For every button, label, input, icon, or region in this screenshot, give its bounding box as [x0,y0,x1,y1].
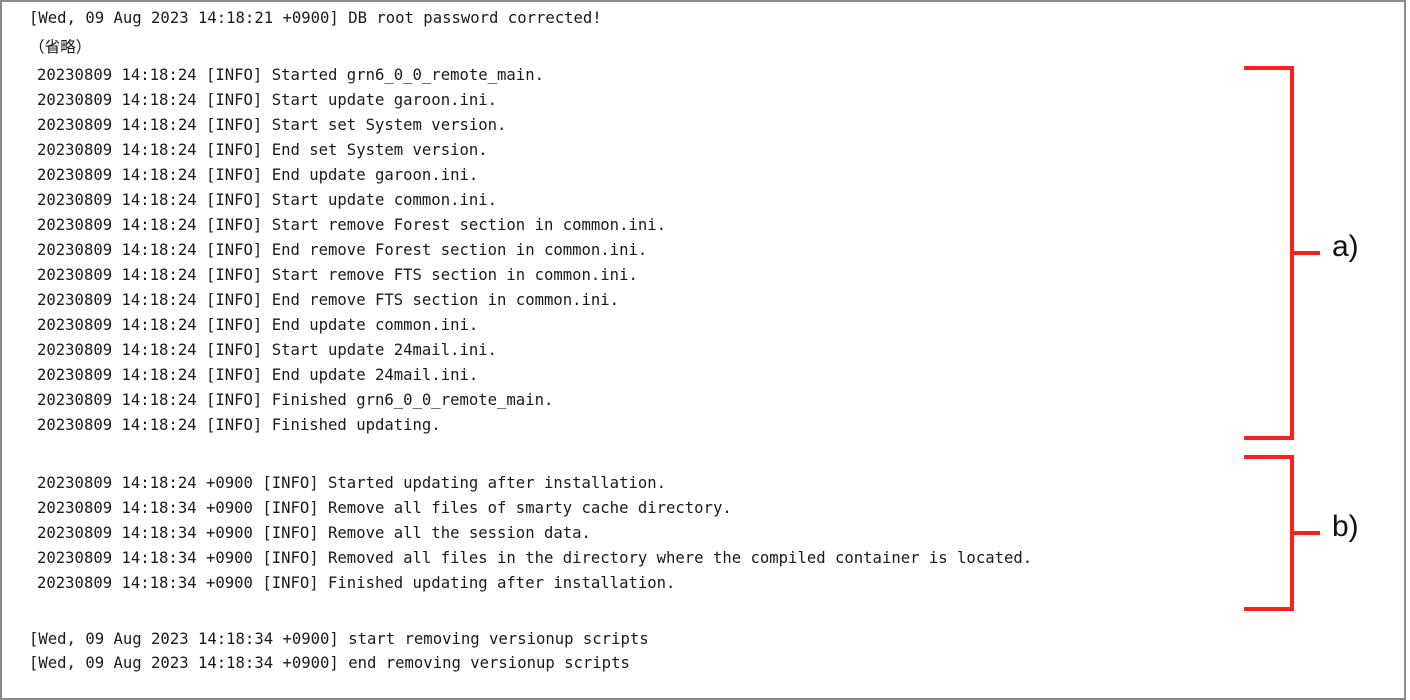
log-line-a: 20230809 14:18:24 [INFO] End update 24ma… [37,366,479,384]
log-line-a: 20230809 14:18:24 [INFO] Started grn6_0_… [37,66,544,84]
bracket-b-tick [1294,531,1320,535]
log-line-a: 20230809 14:18:24 [INFO] Start remove Fo… [37,216,667,234]
log-line-b: 20230809 14:18:24 +0900 [INFO] Started u… [37,474,667,492]
annotation-label-a: a) [1332,230,1359,263]
log-line-a: 20230809 14:18:24 [INFO] Start remove FT… [37,266,638,284]
log-line-a: 20230809 14:18:24 [INFO] Start set Syste… [37,116,507,134]
log-line-b: 20230809 14:18:34 +0900 [INFO] Finished … [37,574,676,592]
log-line-b: 20230809 14:18:34 +0900 [INFO] Remove al… [37,524,591,542]
log-line-b: 20230809 14:18:34 +0900 [INFO] Removed a… [37,549,1033,567]
log-line-b: 20230809 14:18:34 +0900 [INFO] Remove al… [37,499,732,517]
log-line-a: 20230809 14:18:24 [INFO] Start update 24… [37,341,498,359]
log-footer-line: [Wed, 09 Aug 2023 14:18:34 +0900] end re… [29,654,630,672]
log-header-line: [Wed, 09 Aug 2023 14:18:21 +0900] DB roo… [29,9,602,27]
bracket-a-tick [1294,251,1320,255]
log-line-a: 20230809 14:18:24 [INFO] Start update co… [37,191,498,209]
log-line-a: 20230809 14:18:24 [INFO] Finished grn6_0… [37,391,554,409]
annotation-label-b: b) [1332,510,1359,543]
bracket-a [1244,66,1294,440]
log-line-a: 20230809 14:18:24 [INFO] Finished updati… [37,416,441,434]
log-line-a: 20230809 14:18:24 [INFO] End remove Fore… [37,241,648,259]
bracket-b [1244,455,1294,611]
log-line-a: 20230809 14:18:24 [INFO] End set System … [37,141,488,159]
log-line-a: 20230809 14:18:24 [INFO] End update comm… [37,316,479,334]
log-line-a: 20230809 14:18:24 [INFO] End update garo… [37,166,479,184]
log-line-a: 20230809 14:18:24 [INFO] Start update ga… [37,91,498,109]
log-footer-line: [Wed, 09 Aug 2023 14:18:34 +0900] start … [29,630,649,648]
omitted-marker: （省略） [29,38,92,56]
log-output: [Wed, 09 Aug 2023 14:18:21 +0900] DB roo… [2,2,1252,672]
log-line-a: 20230809 14:18:24 [INFO] End remove FTS … [37,291,620,309]
log-frame: [Wed, 09 Aug 2023 14:18:21 +0900] DB roo… [0,0,1406,700]
